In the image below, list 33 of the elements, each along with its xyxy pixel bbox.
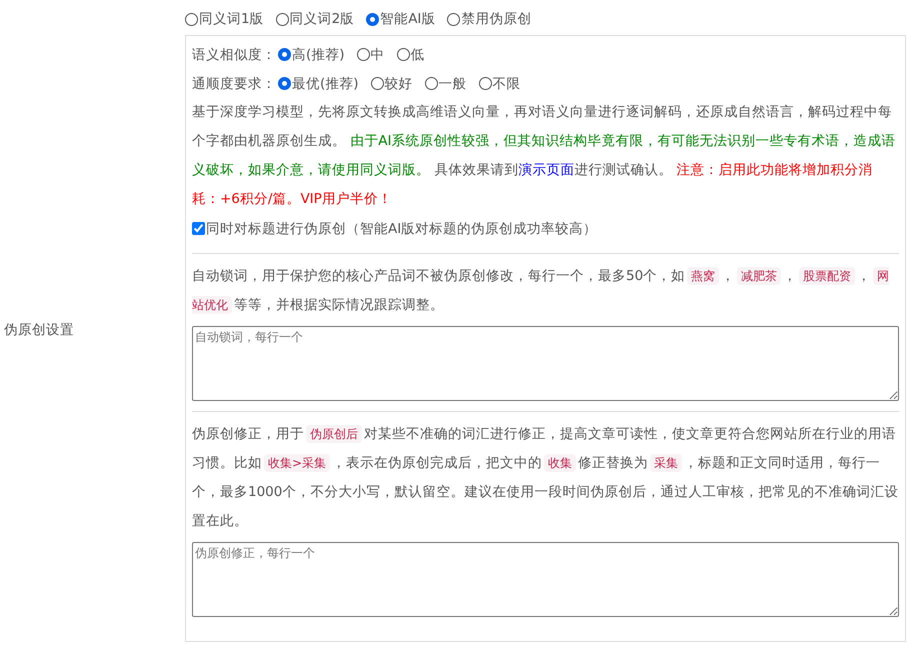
radio-button[interactable] [185,12,198,26]
lock-words-field[interactable]: 自动锁词，每行一个 [192,326,899,401]
radio-label[interactable]: 禁用伪原创 [461,10,532,28]
correction-field[interactable]: 伪原创修正，每行一个 [192,542,899,617]
radio-label[interactable]: 同义词2版 [290,10,354,28]
checkbox[interactable] [192,222,205,235]
radio-button[interactable] [478,77,492,90]
radio-label[interactable]: 智能AI版 [380,10,436,28]
option-label: 通顺度要求： [192,74,276,92]
radio-label[interactable]: 一般 [438,74,467,92]
radio-button[interactable] [366,12,380,26]
radio-label[interactable]: 低 [410,46,425,64]
radio-button[interactable] [424,77,438,90]
radio-label[interactable]: 同义词1版 [199,10,264,28]
radio-button[interactable] [370,77,384,90]
radio-button[interactable] [278,48,291,61]
radio-button[interactable] [447,12,460,26]
checkbox-label[interactable]: 同时对标题进行伪原创（智能AI版对标题的伪原创成功率较高） [206,220,598,238]
radio-button[interactable] [278,77,291,90]
lock-words-description: 自动锁词，用于保护您的核心产品词不被伪原创修改，每行一个，最多50个，如 燕窝 ， 减肥茶 ， 股票配资 ， 网站优化 等等，并根据实际情况跟踪调整。 [192,266,890,316]
radio-label[interactable]: 不限 [492,74,521,92]
radio-label[interactable]: 高(推荐) [292,46,345,64]
section-label: 伪原创设置 [3,321,74,339]
radio-button[interactable] [356,48,370,61]
demo-page-link[interactable]: 演示页面 [518,162,574,178]
radio-label[interactable]: 中 [370,46,385,64]
ai-description: 基于深度学习模型，先将原文转换成高维语义向量，再对语义向量进行逐词解码，还原成自然语言，解码过程中每个字都由机器原创生成。 由于AI系统原创性较强，但其知识结构毕竟有限，有可能无法识别一些专有术语，造成语义破坏，如果介意，请使用同义词版。 具体效果请到演示页面进行测试确认。 注意：启用此功能将增加积分消耗：+6积分/篇。VIP用户半价！ [192,103,897,209]
radio-button[interactable] [276,12,289,26]
radio-label[interactable]: 最优(推荐) [292,74,359,92]
radio-label[interactable]: 较好 [384,74,413,92]
correction-description: 伪原创修正，用于 伪原创后 对某些不准确的词汇进行修正，提高文章可读性，使文章更符合您网站所在行业的用语习惯。比如 收集>采集 ，表示在伪原创完成后，把文中的 收集 修正替换为 采集 ，标题和正文同时适用，每行一个，最多1000个，不分大小写，默认留空。建议在使用一段时间伪原创后，通过人工审核，把常见的不准确词汇设置在此。 [192,424,899,531]
radio-button[interactable] [396,48,410,61]
option-label: 语义相似度： [192,46,276,64]
